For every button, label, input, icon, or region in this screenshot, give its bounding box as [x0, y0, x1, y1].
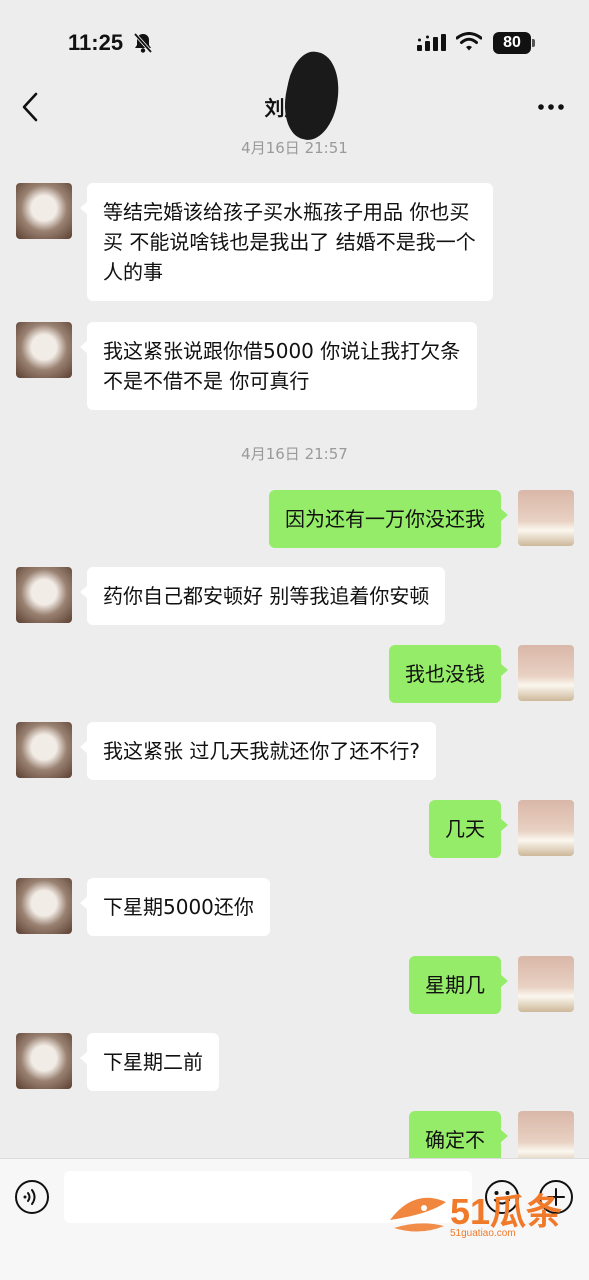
message-bubble-incoming[interactable]: 我这紧张说跟你借5000 你说让我打欠条不是不借不是 你可真行 — [80, 322, 477, 410]
contact-avatar[interactable] — [16, 322, 72, 378]
message-bubble-outgoing[interactable]: 星期几 — [409, 956, 508, 1014]
message-bubble-incoming[interactable]: 下星期5000还你 — [80, 878, 270, 936]
message-bubble-incoming[interactable]: 药你自己都安顿好 别等我追着你安顿 — [79, 567, 446, 625]
bell-off-icon — [133, 32, 153, 54]
message-bubble-incoming[interactable]: 下星期二前 — [80, 1033, 219, 1091]
message-bubble-outgoing[interactable]: 几天 — [429, 800, 508, 858]
timestamp: 4月16日 21:51 — [241, 139, 348, 157]
user-avatar[interactable] — [518, 956, 574, 1012]
contact-avatar[interactable] — [16, 183, 72, 239]
user-avatar[interactable] — [518, 490, 574, 546]
watermark-url: 51guatiao.com — [450, 1228, 516, 1239]
voice-input-button[interactable] — [14, 1179, 50, 1215]
message-bubble-outgoing[interactable]: 因为还有一万你没还我 — [269, 490, 508, 548]
signal-icon — [417, 34, 446, 51]
wifi-icon — [456, 32, 482, 51]
watermark-brand: 51瓜条 — [450, 1191, 562, 1232]
message-bubble-incoming[interactable]: 我这紧张 过几天我就还你了还不行? — [80, 722, 436, 780]
status-time: 11:25 — [68, 30, 124, 55]
contact-avatar[interactable] — [16, 878, 72, 934]
user-avatar[interactable] — [518, 645, 574, 701]
battery-cap — [532, 39, 535, 47]
battery-indicator: 80 — [493, 32, 531, 54]
more-options-button[interactable] — [536, 94, 566, 120]
contact-avatar[interactable] — [16, 722, 72, 778]
user-avatar[interactable] — [518, 800, 574, 856]
message-bubble-outgoing[interactable]: 我也没钱 — [389, 645, 508, 703]
timestamp: 4月16日 21:57 — [241, 445, 348, 463]
contact-avatar[interactable] — [16, 1033, 72, 1089]
message-bubble-incoming[interactable]: 等结完婚该给孩子买水瓶孩子用品 你也买买 不能说啥钱也是我出了 结婚不是我一个人… — [80, 183, 493, 301]
contact-avatar[interactable] — [16, 567, 72, 623]
